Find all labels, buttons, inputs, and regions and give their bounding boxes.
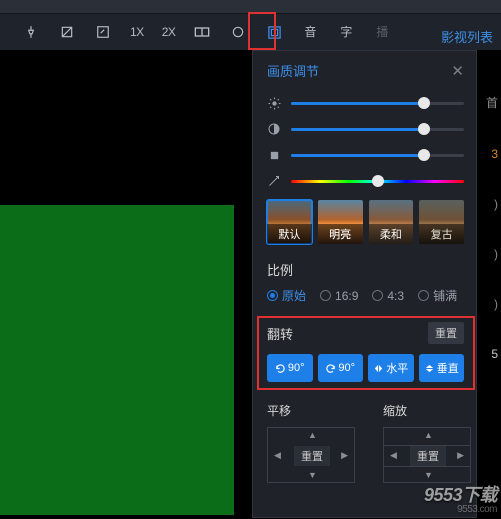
pan-left-button[interactable]: ◀ — [274, 450, 281, 461]
audio-settings-button[interactable]: 音 — [301, 23, 319, 41]
preset-retro[interactable]: 复古 — [419, 200, 464, 244]
video-frame-placeholder — [0, 205, 234, 515]
flip-horizontal-button[interactable]: 水平 — [368, 354, 414, 382]
video-list-link[interactable]: 影视列表 — [441, 27, 493, 46]
flip-vertical-button[interactable]: 垂直 — [419, 354, 465, 382]
saturation-slider[interactable] — [267, 148, 464, 162]
window-titlebar — [0, 0, 501, 14]
flip-reset-button[interactable]: 重置 — [428, 322, 464, 344]
watermark: 9553下载 9553.com — [424, 481, 497, 515]
pan-right-button[interactable]: ▶ — [341, 450, 348, 461]
playback-settings-button[interactable]: 播 — [373, 23, 391, 41]
zoom-reset-button[interactable]: 重置 — [410, 446, 446, 466]
panel-title: 画质调节 — [267, 61, 319, 80]
zoom-out-button[interactable]: ◀ — [390, 450, 397, 461]
close-icon[interactable]: ✕ — [451, 62, 464, 80]
subtitle-settings-button[interactable]: 字 — [337, 23, 355, 41]
picture-quality-panel: 画质调节 ✕ 默认 明亮 柔和 复古 比例 原始 16:9 4:3 铺满 翻转 … — [252, 50, 477, 518]
pan-up-button[interactable]: ▲ — [308, 430, 317, 440]
preset-default[interactable]: 默认 — [267, 200, 312, 244]
rotate-ccw-button[interactable]: 90° — [267, 354, 313, 382]
ratio-label: 比例 — [267, 260, 464, 279]
rotate-cw-button[interactable]: 90° — [318, 354, 364, 382]
zoom-pad: ▲ ▼ ◀ ▶ 重置 — [383, 427, 471, 483]
ratio-4-3[interactable]: 4:3 — [372, 289, 404, 303]
pan-down-button[interactable]: ▼ — [308, 470, 317, 480]
speed-1x-button[interactable]: 1X — [130, 23, 144, 41]
contrast-slider[interactable] — [267, 122, 464, 136]
pan-section: 平移 ▲ ▼ ◀ ▶ 重置 — [267, 402, 355, 483]
zoom-up-button[interactable]: ▲ — [424, 430, 433, 440]
zoom-down-button[interactable]: ▼ — [424, 470, 433, 480]
hue-icon — [267, 174, 281, 188]
edit-icon[interactable] — [94, 23, 112, 41]
ratio-16-9[interactable]: 16:9 — [320, 289, 358, 303]
toolbar: 1X 2X 音 字 播 影视列表 — [0, 14, 501, 50]
zoom-label: 缩放 — [383, 402, 471, 419]
preset-bright[interactable]: 明亮 — [318, 200, 363, 244]
brightness-slider[interactable] — [267, 96, 464, 110]
saturation-icon — [267, 148, 281, 162]
ratio-original[interactable]: 原始 — [267, 287, 306, 304]
cutoff-sidebar-text: 首 3 ) ) ) 5 — [483, 94, 501, 397]
pan-pad: ▲ ▼ ◀ ▶ 重置 — [267, 427, 355, 483]
speed-2x-button[interactable]: 2X — [162, 23, 176, 41]
ratio-options: 原始 16:9 4:3 铺满 — [267, 287, 464, 304]
brightness-icon — [267, 96, 281, 110]
contrast-icon — [267, 122, 281, 136]
ratio-fill[interactable]: 铺满 — [418, 287, 457, 304]
zoom-in-button[interactable]: ▶ — [457, 450, 464, 461]
preset-soft[interactable]: 柔和 — [369, 200, 414, 244]
screenshot-icon[interactable] — [58, 23, 76, 41]
hue-slider[interactable] — [267, 174, 464, 188]
picture-settings-button[interactable] — [265, 23, 283, 41]
preset-row: 默认 明亮 柔和 复古 — [267, 200, 464, 244]
ratio-icon[interactable] — [193, 23, 211, 41]
flip-section: 翻转 重置 90° 90° 水平 垂直 — [267, 320, 464, 388]
pan-label: 平移 — [267, 402, 355, 419]
flip-label: 翻转 — [267, 324, 293, 343]
zoom-section: 缩放 ▲ ▼ ◀ ▶ 重置 — [383, 402, 471, 483]
loop-icon[interactable] — [229, 23, 247, 41]
pan-reset-button[interactable]: 重置 — [294, 446, 330, 466]
pin-icon[interactable] — [22, 23, 40, 41]
